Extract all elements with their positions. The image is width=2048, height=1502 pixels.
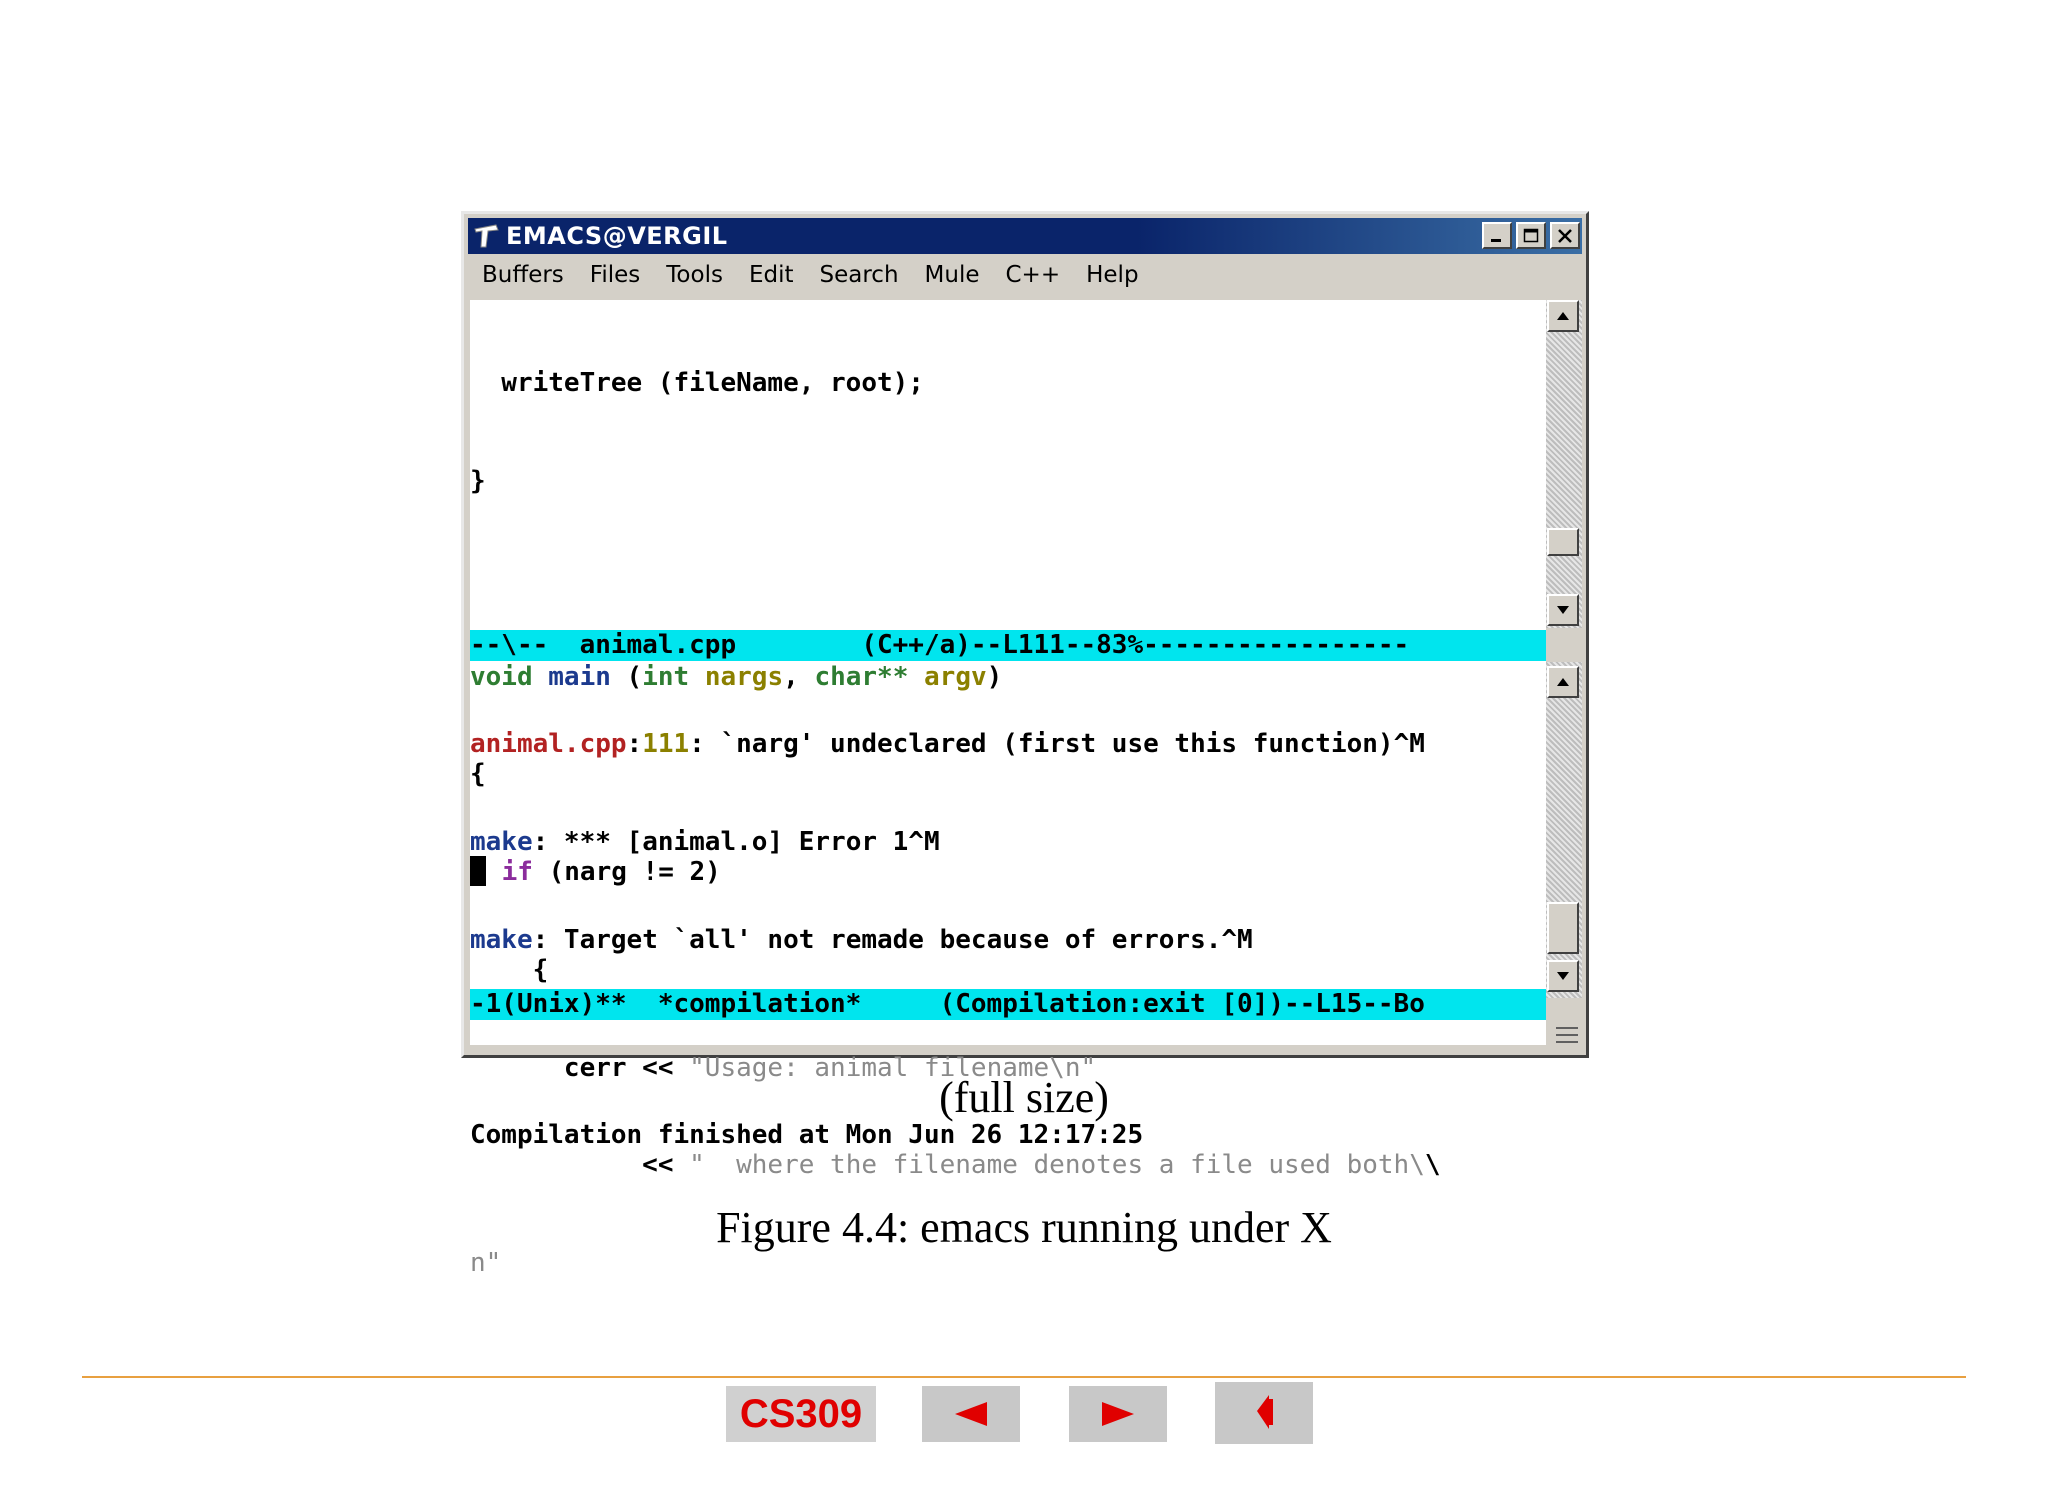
editor-scrollbar[interactable]	[1546, 300, 1582, 628]
scroll-down-button[interactable]	[1547, 594, 1579, 626]
arrow-right-icon	[1102, 1402, 1134, 1426]
figure-caption: Figure 4.4: emacs running under X	[716, 1203, 1332, 1252]
arrow-left-icon	[955, 1402, 987, 1426]
scroll-up-button[interactable]	[1547, 666, 1579, 698]
course-home-button[interactable]: CS309	[726, 1386, 876, 1442]
menu-buffers[interactable]: Buffers	[482, 262, 564, 288]
close-icon	[1558, 228, 1572, 243]
emacs-window: EMACS@VERGIL Buffers Files Tools Edit Se…	[461, 211, 1589, 1278]
scroll-up-button[interactable]	[1547, 300, 1579, 332]
resize-grip-icon[interactable]	[1552, 1018, 1582, 1048]
compilation-scrollbar[interactable]	[1546, 662, 1582, 998]
scroll-down-button[interactable]	[1547, 960, 1579, 992]
minimize-icon	[1491, 238, 1501, 242]
scroll-thumb[interactable]	[1547, 528, 1579, 556]
menu-mule[interactable]: Mule	[925, 262, 980, 288]
menu-bar: Buffers Files Tools Edit Search Mule C++…	[468, 256, 1582, 294]
arrow-up-icon	[1557, 312, 1569, 320]
maximize-button[interactable]	[1516, 222, 1546, 249]
code-line: }	[470, 465, 486, 496]
close-button[interactable]	[1550, 222, 1580, 249]
arrow-down-icon	[1557, 972, 1569, 980]
maximize-icon	[1523, 228, 1539, 242]
previous-button[interactable]	[922, 1386, 1020, 1442]
minimize-button[interactable]	[1482, 222, 1512, 249]
window-title: EMACS@VERGIL	[506, 222, 728, 250]
menu-tools[interactable]: Tools	[666, 262, 723, 288]
editor-mode-line: --\-- animal.cpp (C++/a)--L111--83%-----…	[470, 630, 1546, 661]
code-line: writeTree (fileName, root);	[470, 368, 924, 399]
up-button[interactable]	[1215, 1382, 1313, 1444]
compile-line: animal.cpp:111: `narg' undeclared (first…	[470, 729, 1425, 760]
compile-line: make: *** [animal.o] Error 1^M	[470, 826, 940, 857]
emacs-app-icon	[474, 224, 499, 248]
compile-line: Compilation finished at Mon Jun 26 12:17…	[470, 1120, 1144, 1151]
emacs-frame: writeTree (fileName, root); } void main …	[470, 300, 1546, 1278]
menu-files[interactable]: Files	[590, 262, 640, 288]
menu-help[interactable]: Help	[1086, 262, 1138, 288]
arrow-up-small-icon	[1257, 1395, 1273, 1429]
compile-line	[470, 1022, 1425, 1055]
menu-search[interactable]: Search	[820, 262, 899, 288]
full-size-link[interactable]: (full size)	[0, 1072, 2048, 1123]
scroll-thumb[interactable]	[1547, 902, 1579, 954]
menu-edit[interactable]: Edit	[749, 262, 794, 288]
arrow-up-icon	[1557, 678, 1569, 686]
footer-divider	[82, 1376, 1966, 1378]
menu-cpp[interactable]: C++	[1006, 262, 1061, 288]
arrow-down-icon	[1557, 606, 1569, 614]
compile-line: make: Target `all' not remade because of…	[470, 924, 1253, 955]
compilation-mode-line: -1(Unix)** *compilation* (Compilation:ex…	[470, 989, 1546, 1020]
compilation-buffer[interactable]: animal.cpp:111: `narg' undeclared (first…	[470, 663, 1425, 1217]
title-bar[interactable]: EMACS@VERGIL	[468, 218, 1582, 254]
next-button[interactable]	[1069, 1386, 1167, 1442]
